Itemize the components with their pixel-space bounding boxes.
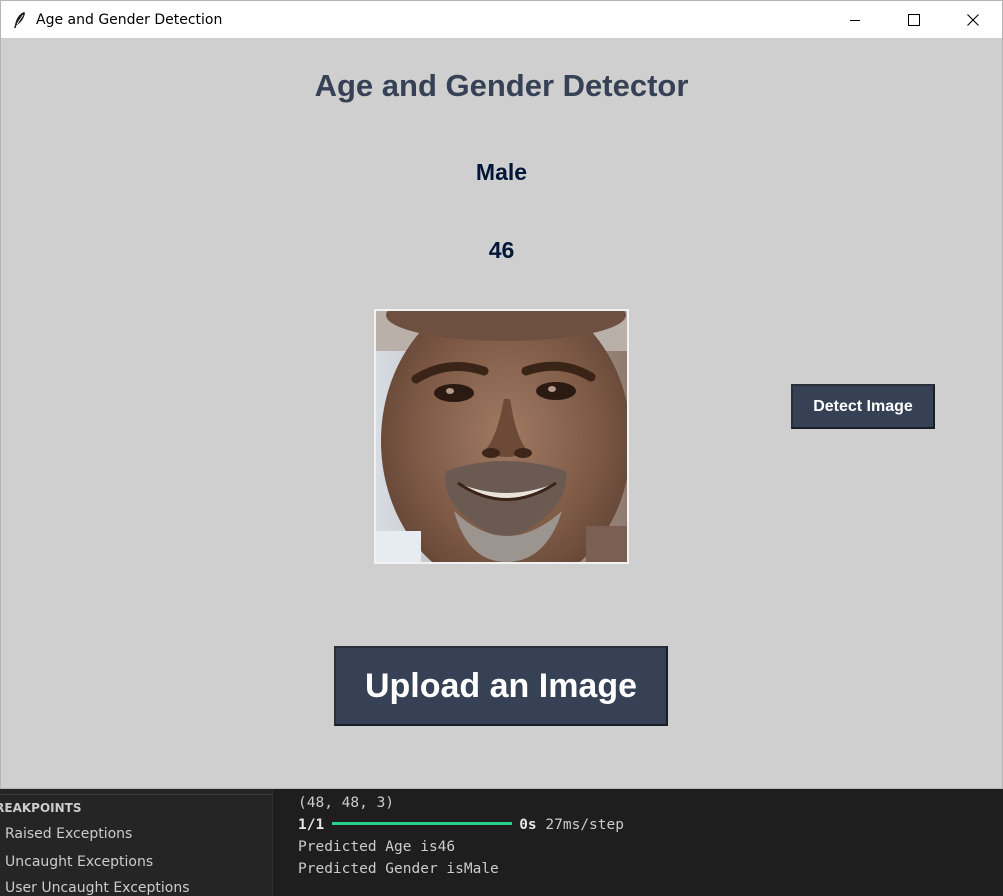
breakpoint-item[interactable]: Raised Exceptions bbox=[5, 826, 132, 842]
page-title: Age and Gender Detector bbox=[314, 68, 689, 103]
uploaded-face-image bbox=[374, 309, 629, 564]
breakpoints-header[interactable]: BREAKPOINTS bbox=[0, 794, 273, 816]
terminal-line: Predicted Gender isMale bbox=[298, 861, 499, 877]
window-controls bbox=[825, 1, 1002, 38]
age-result-label: 46 bbox=[488, 237, 515, 263]
minimize-button[interactable] bbox=[825, 1, 884, 38]
upload-image-button[interactable]: Upload an Image bbox=[334, 646, 668, 726]
progress-bar bbox=[332, 821, 513, 825]
progress-rate: 27ms/step bbox=[545, 817, 624, 833]
breakpoint-item[interactable]: Uncaught Exceptions bbox=[5, 854, 153, 870]
maximize-icon bbox=[907, 13, 920, 26]
close-icon bbox=[966, 13, 979, 26]
feather-icon bbox=[14, 11, 25, 28]
terminal-line: Predicted Age is46 bbox=[298, 839, 456, 855]
breakpoints-panel: BREAKPOINTS Raised Exceptions Uncaught E… bbox=[0, 789, 273, 896]
breakpoint-item[interactable]: User Uncaught Exceptions bbox=[5, 880, 190, 896]
close-button[interactable] bbox=[943, 1, 1002, 38]
app-content: Age and Gender Detector Male 46 Detect I… bbox=[1, 38, 1002, 788]
progress-step: 1/1 bbox=[298, 817, 325, 833]
window-title: Age and Gender Detection bbox=[36, 11, 223, 28]
progress-time: 0s bbox=[519, 817, 537, 833]
maximize-button[interactable] bbox=[884, 1, 943, 38]
terminal-progress-line: 1/1 0s 27ms/step bbox=[298, 815, 624, 835]
terminal-line: (48, 48, 3) bbox=[298, 795, 395, 811]
detect-image-button[interactable]: Detect Image bbox=[791, 384, 935, 429]
gender-result-label: Male bbox=[475, 159, 528, 185]
face-photo bbox=[376, 311, 627, 562]
title-bar[interactable]: Age and Gender Detection bbox=[1, 1, 1002, 38]
terminal-panel[interactable]: (48, 48, 3) 1/1 0s 27ms/step Predicted Ag… bbox=[274, 789, 1003, 896]
app-window: Age and Gender Detection Age and Gender bbox=[0, 0, 1003, 789]
minimize-icon bbox=[849, 19, 860, 21]
